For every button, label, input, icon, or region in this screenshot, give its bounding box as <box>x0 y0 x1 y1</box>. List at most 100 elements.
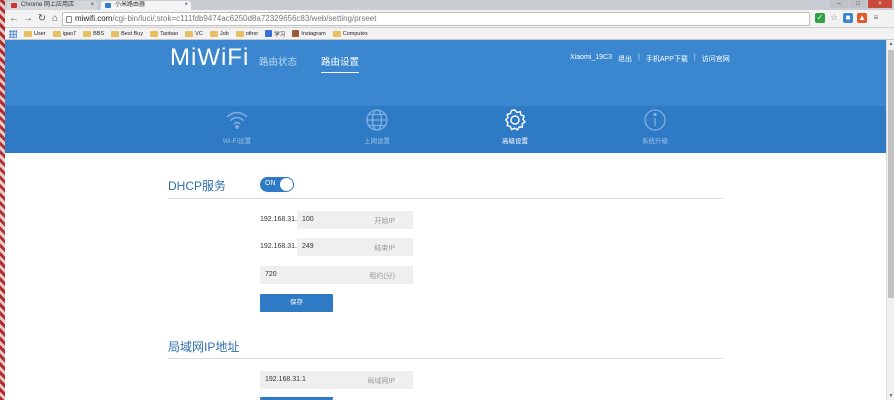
router-admin-page: MiWiFi 路由状态 路由设置 Xiaomi_19C3 退出 | 手机APP下… <box>5 40 886 400</box>
bookmark-item[interactable]: Job <box>209 30 229 37</box>
globe-icon <box>366 109 388 131</box>
star-icon[interactable]: ☆ <box>829 13 839 23</box>
subnav-internet-settings[interactable]: 上网设置 <box>337 108 417 145</box>
shield-icon[interactable]: ✓ <box>815 13 825 23</box>
tab-router[interactable]: 小米路由器 × <box>101 1 191 10</box>
separator: | <box>638 54 640 61</box>
bookmark-item[interactable]: Taobao <box>150 30 179 37</box>
address-bar[interactable]: miwifi.com/cgi-bin/luci/;stok=c111fdb947… <box>62 12 810 26</box>
extension-icons: ✓ ☆ ■ ▲ ≡ <box>815 13 881 23</box>
wifi-icon <box>226 111 248 129</box>
bookmark-label: Job <box>219 30 229 37</box>
bookmark-item[interactable]: VC <box>185 30 203 37</box>
bookmark-item[interactable]: other <box>235 30 259 37</box>
subnav-advanced-settings[interactable]: 高级设置 <box>475 108 555 145</box>
lan-ip-field[interactable]: 192.168.31.1 局域网IP <box>260 371 413 389</box>
folder-icon <box>150 30 159 37</box>
bookmark-label: Computex <box>342 30 368 37</box>
bookmark-label: VC <box>195 30 203 37</box>
field-placeholder: 租约(分) <box>369 273 395 280</box>
page-scrollbar[interactable]: ▲ ▼ <box>886 40 894 400</box>
field-placeholder: 局域网IP <box>367 378 395 385</box>
dhcp-save-button[interactable]: 保存 <box>260 294 333 312</box>
bookmark-label: igao7 <box>62 30 77 37</box>
scroll-down-icon[interactable]: ▼ <box>887 392 894 400</box>
back-button[interactable]: ← <box>8 13 20 25</box>
folder-icon <box>111 30 120 37</box>
bookmark-label: Taobao <box>160 30 179 37</box>
start-ip-field[interactable]: 100 开始IP <box>297 211 413 229</box>
bookmark-label: User <box>34 30 46 37</box>
toggle-state: ON <box>265 180 276 187</box>
nav-router-status[interactable]: 路由状态 <box>259 54 297 73</box>
extension-icon[interactable]: ▲ <box>857 13 867 23</box>
close-window-button[interactable]: × <box>868 0 892 8</box>
ip-prefix-end: 192.168.31. <box>260 243 297 250</box>
window-controls: – □ × <box>830 0 892 10</box>
subnav-label: Wi-Fi设置 <box>222 138 252 145</box>
folder-icon <box>83 30 92 37</box>
field-value: 249 <box>302 243 314 250</box>
minimize-button[interactable]: – <box>830 0 848 8</box>
browser-chrome: Chrome 网上应用店 × 小米路由器 × – □ × ← → ↻ ⌂ miw… <box>5 0 894 40</box>
subnav-system-upgrade[interactable]: 系统升级 <box>615 108 695 145</box>
tab-label: 小米路由器 <box>115 2 146 8</box>
scroll-thumb[interactable] <box>888 50 894 298</box>
forward-button[interactable]: → <box>22 13 34 25</box>
bookmark-favicon <box>265 30 273 37</box>
bookmark-label: Instagram <box>301 30 326 37</box>
bookmark-item[interactable]: Instagram <box>292 30 326 37</box>
bookmark-label: BBS <box>93 30 105 37</box>
instagram-icon <box>292 30 300 37</box>
subnav-label: 高级设置 <box>502 138 528 145</box>
folder-icon <box>235 30 244 37</box>
divider <box>168 198 723 199</box>
user-nav: Xiaomi_19C3 退出 | 手机APP下载 | 访问官网 <box>570 54 730 64</box>
bookmark-item[interactable]: igao7 <box>52 30 77 37</box>
logout-link[interactable]: 退出 <box>618 54 632 64</box>
menu-icon[interactable]: ≡ <box>871 13 881 23</box>
bookmark-item[interactable]: User <box>24 30 46 37</box>
folder-icon <box>185 30 194 37</box>
apps-shortcut[interactable] <box>9 29 17 38</box>
subnav-wifi-settings[interactable]: Wi-Fi设置 <box>197 108 277 145</box>
end-ip-field[interactable]: 249 结束IP <box>297 238 413 256</box>
router-name: Xiaomi_19C3 <box>570 54 613 61</box>
field-value: 100 <box>302 216 314 223</box>
folder-icon <box>209 30 218 37</box>
bookmark-item[interactable]: BBS <box>83 30 105 37</box>
bookmark-label: Best Buy <box>121 30 144 37</box>
scroll-up-icon[interactable]: ▲ <box>887 40 894 48</box>
bookmark-label: other <box>245 30 259 37</box>
dhcp-title: DHCP服务 <box>168 179 227 193</box>
bookmark-item[interactable]: Best Buy <box>111 30 144 37</box>
lease-time-field[interactable]: 720 租约(分) <box>260 266 413 284</box>
url-path: /cgi-bin/luci/;stok=c111fdb9474ac6250d8a… <box>112 14 377 23</box>
field-value: 720 <box>265 271 277 278</box>
app-download-link[interactable]: 手机APP下载 <box>646 54 688 64</box>
subnav-label: 系统升级 <box>642 138 668 145</box>
extension-icon[interactable]: ■ <box>843 13 853 23</box>
maximize-button[interactable]: □ <box>849 0 867 8</box>
bookmarks-bar: User igao7 BBS Best Buy Taobao VC Job ot… <box>5 28 894 40</box>
folder-icon <box>24 30 32 37</box>
main-nav: 路由状态 路由设置 <box>259 54 360 73</box>
subnav-label: 上网设置 <box>364 138 390 145</box>
tab-chrome-store[interactable]: Chrome 网上应用店 × <box>7 1 97 10</box>
bookmark-item[interactable]: 学习 <box>265 30 285 38</box>
close-icon[interactable]: × <box>184 1 188 10</box>
nav-router-settings[interactable]: 路由设置 <box>321 54 360 73</box>
folder-icon <box>52 30 61 37</box>
dhcp-toggle[interactable]: ON <box>260 177 294 192</box>
miwifi-logo: MiWiFi <box>170 44 250 71</box>
tab-strip: Chrome 网上应用店 × 小米路由器 × – □ × <box>5 0 894 10</box>
bookmark-item[interactable]: Computex <box>332 30 368 37</box>
home-button[interactable]: ⌂ <box>49 13 61 25</box>
lan-ip-title: 局域网IP地址 <box>168 340 240 354</box>
toggle-knob <box>280 178 293 191</box>
info-icon <box>644 109 666 131</box>
reload-button[interactable]: ↻ <box>36 13 48 25</box>
official-site-link[interactable]: 访问官网 <box>702 54 730 64</box>
close-icon[interactable]: × <box>90 1 94 10</box>
url-host: miwifi.com <box>75 14 113 23</box>
